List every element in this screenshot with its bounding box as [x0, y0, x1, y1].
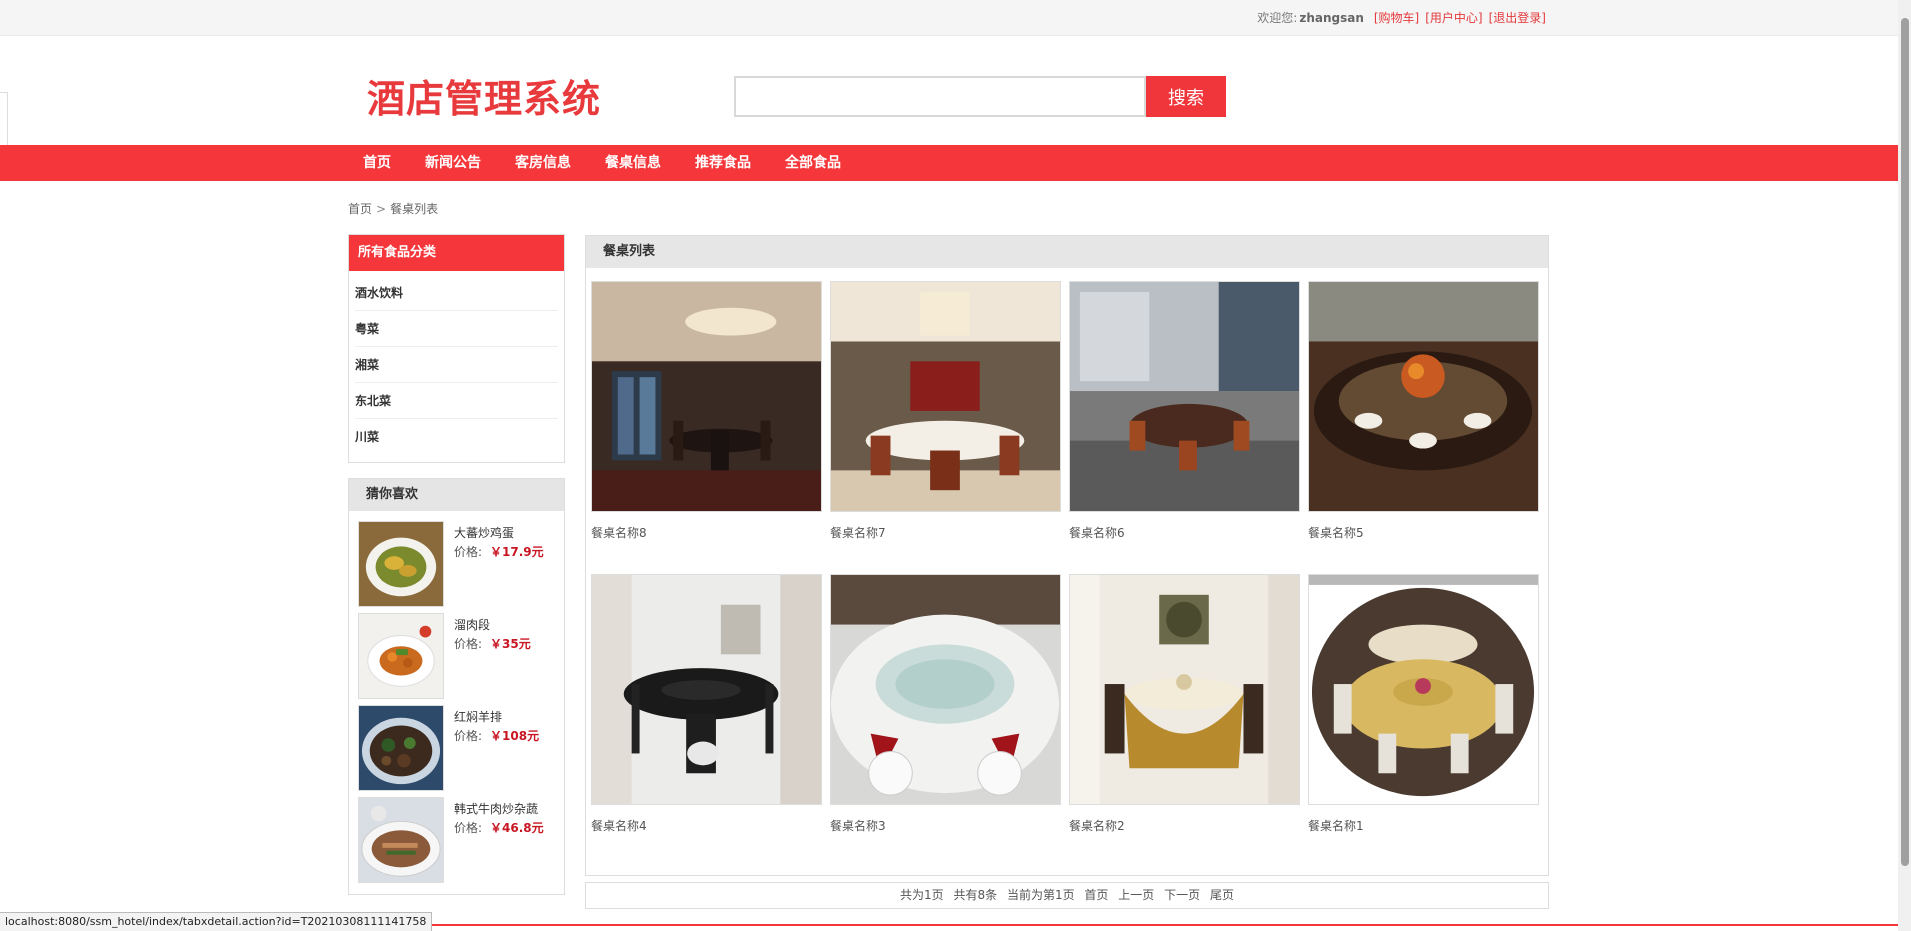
side-feedback-tab[interactable]	[0, 92, 8, 146]
table-card[interactable]: 餐桌名称6	[1069, 281, 1300, 541]
food-name[interactable]: 红焖羊排	[454, 708, 502, 725]
browser-status-bar: localhost:8080/ssm_hotel/index/tabxdetai…	[0, 912, 433, 931]
breadcrumb-home[interactable]: 首页	[348, 202, 372, 216]
cart-link[interactable]: [购物车]	[1374, 11, 1419, 25]
recommend-item[interactable]: 韩式牛肉炒杂蔬 价格: ￥46.8元	[358, 797, 558, 885]
recommend-item[interactable]: 大蕃炒鸡蛋 价格: ￥17.9元	[358, 521, 558, 609]
food-price: ￥35元	[490, 637, 531, 651]
table-image[interactable]	[1069, 281, 1300, 512]
main-nav: 首页 新闻公告 客房信息 餐桌信息 推荐食品 全部食品	[0, 145, 1898, 181]
table-name[interactable]: 餐桌名称4	[591, 817, 822, 834]
table-card[interactable]: 餐桌名称3	[830, 574, 1061, 834]
table-image[interactable]	[1069, 574, 1300, 805]
price-label: 价格:	[454, 637, 483, 651]
nav-item-tables[interactable]: 餐桌信息	[588, 145, 678, 181]
food-price: ￥108元	[490, 729, 540, 743]
table-card[interactable]: 餐桌名称2	[1069, 574, 1300, 834]
table-name[interactable]: 餐桌名称6	[1069, 524, 1300, 541]
site-logo[interactable]: 酒店管理系统	[367, 68, 601, 123]
food-name[interactable]: 韩式牛肉炒杂蔬	[454, 800, 538, 817]
recommend-item[interactable]: 红焖羊排 价格: ￥108元	[358, 705, 558, 793]
food-thumbnail[interactable]	[358, 705, 444, 791]
last-page-link[interactable]: 尾页	[1210, 888, 1234, 902]
table-card[interactable]: 餐桌名称5	[1308, 281, 1539, 541]
table-name[interactable]: 餐桌名称8	[591, 524, 822, 541]
next-page-link[interactable]: 下一页	[1164, 888, 1200, 902]
table-image[interactable]	[830, 281, 1061, 512]
total-items: 共有8条	[953, 888, 998, 902]
table-card[interactable]: 餐桌名称1	[1308, 574, 1539, 834]
scrollbar-thumb[interactable]	[1901, 18, 1909, 866]
category-item-northeast[interactable]: 东北菜	[355, 383, 558, 419]
vertical-scrollbar[interactable]	[1898, 0, 1911, 931]
category-item-hunan[interactable]: 湘菜	[355, 347, 558, 383]
table-image[interactable]	[591, 281, 822, 512]
table-image[interactable]	[830, 574, 1061, 805]
nav-item-home[interactable]: 首页	[346, 145, 408, 181]
table-image[interactable]	[1308, 574, 1539, 805]
table-list-panel: 餐桌列表 餐桌名称8 餐桌名称7 餐桌名称6 餐桌名称5 餐桌名称4 餐桌名称3…	[585, 235, 1549, 876]
recommend-title: 猜你喜欢	[349, 479, 564, 511]
recommend-panel: 猜你喜欢 大蕃炒鸡蛋 价格: ￥17.9元 溜肉段 价格: ￥35元 红焖羊排 价格…	[348, 478, 565, 895]
table-card[interactable]: 餐桌名称8	[591, 281, 822, 541]
category-item-sichuan[interactable]: 川菜	[355, 419, 558, 455]
table-image[interactable]	[1308, 281, 1539, 512]
food-thumbnail[interactable]	[358, 797, 444, 883]
table-name[interactable]: 餐桌名称2	[1069, 817, 1300, 834]
price-label: 价格:	[454, 729, 483, 743]
table-list-title: 餐桌列表	[586, 236, 1548, 268]
breadcrumb: 首页 > 餐桌列表	[348, 200, 438, 217]
category-item-cantonese[interactable]: 粤菜	[355, 311, 558, 347]
top-bar: 欢迎您: zhangsan [购物车] [用户中心] [退出登录]	[0, 0, 1898, 36]
table-name[interactable]: 餐桌名称5	[1308, 524, 1539, 541]
price-label: 价格:	[454, 545, 483, 559]
food-name[interactable]: 溜肉段	[454, 616, 490, 633]
nav-item-recommended[interactable]: 推荐食品	[678, 145, 768, 181]
current-page: 当前为第1页	[1006, 888, 1075, 902]
breadcrumb-separator: >	[376, 202, 387, 216]
table-image[interactable]	[591, 574, 822, 805]
nav-item-rooms[interactable]: 客房信息	[498, 145, 588, 181]
food-price: ￥46.8元	[490, 821, 544, 835]
first-page-link[interactable]: 首页	[1084, 888, 1108, 902]
food-name[interactable]: 大蕃炒鸡蛋	[454, 524, 514, 541]
category-panel: 所有食品分类 酒水饮料 粤菜 湘菜 东北菜 川菜	[348, 234, 565, 463]
breadcrumb-current: 餐桌列表	[390, 202, 439, 216]
pagination: 共为1页 共有8条 当前为第1页 首页 上一页 下一页 尾页	[585, 882, 1549, 909]
search-input[interactable]	[734, 76, 1146, 117]
prev-page-link[interactable]: 上一页	[1118, 888, 1154, 902]
table-name[interactable]: 餐桌名称7	[830, 524, 1061, 541]
food-thumbnail[interactable]	[358, 613, 444, 699]
category-title: 所有食品分类	[349, 235, 564, 271]
nav-item-all-food[interactable]: 全部食品	[768, 145, 858, 181]
table-card[interactable]: 餐桌名称7	[830, 281, 1061, 541]
logout-link[interactable]: [退出登录]	[1489, 11, 1546, 25]
food-thumbnail[interactable]	[358, 521, 444, 607]
category-item-drinks[interactable]: 酒水饮料	[355, 275, 558, 311]
user-links: 欢迎您: zhangsan [购物车] [用户中心] [退出登录]	[1257, 9, 1546, 26]
food-price: ￥17.9元	[490, 545, 544, 559]
table-name[interactable]: 餐桌名称1	[1308, 817, 1539, 834]
username: zhangsan	[1299, 11, 1364, 25]
recommend-item[interactable]: 溜肉段 价格: ￥35元	[358, 613, 558, 701]
price-label: 价格:	[454, 821, 483, 835]
user-center-link[interactable]: [用户中心]	[1425, 11, 1482, 25]
nav-item-news[interactable]: 新闻公告	[408, 145, 498, 181]
welcome-text: 欢迎您:	[1257, 11, 1298, 25]
total-pages: 共为1页	[900, 888, 944, 902]
search-button[interactable]: 搜索	[1146, 76, 1226, 117]
table-name[interactable]: 餐桌名称3	[830, 817, 1061, 834]
table-card[interactable]: 餐桌名称4	[591, 574, 822, 834]
